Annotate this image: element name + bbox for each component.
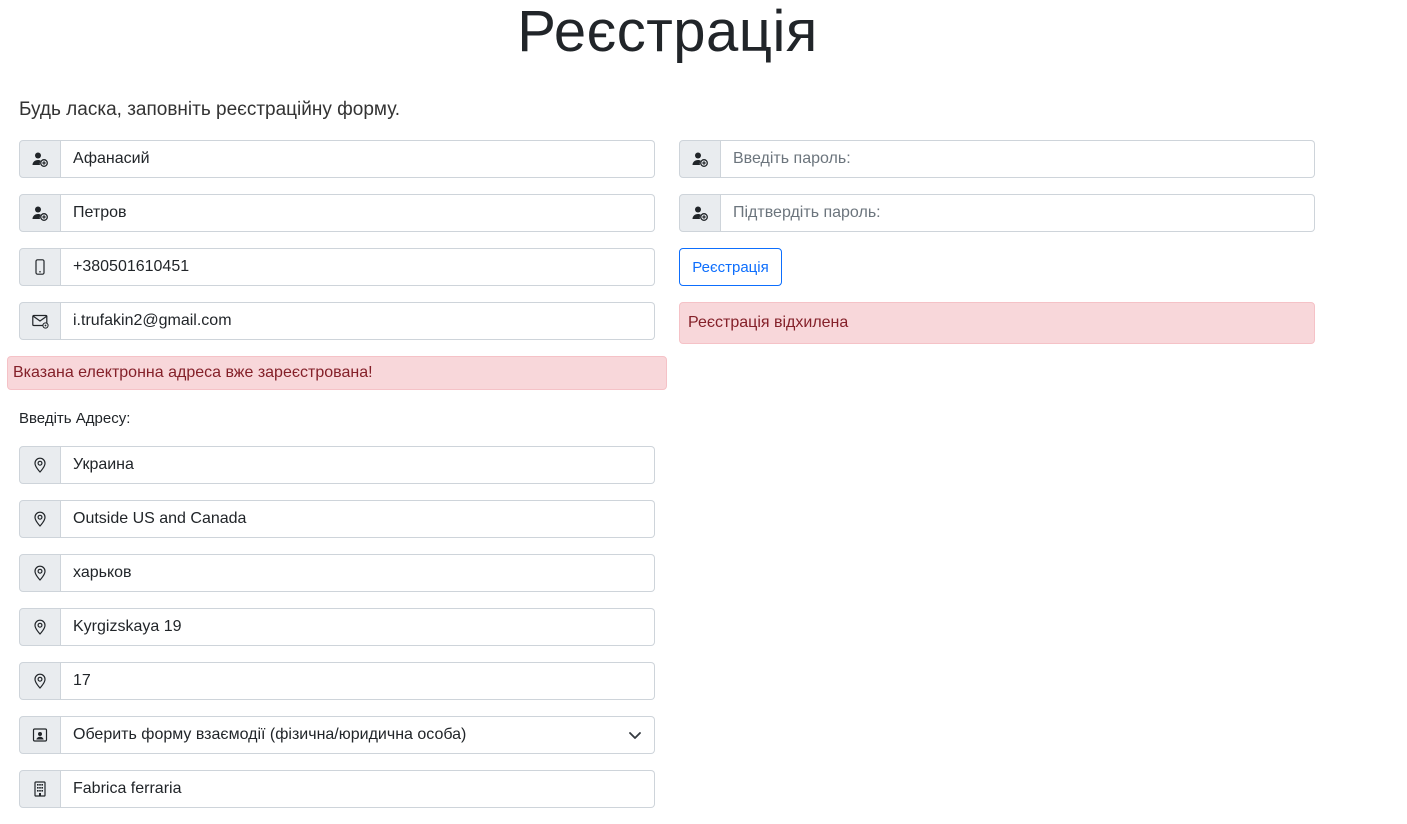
interaction-form-group: Оберить форму взаємодії (фізична/юридичн… xyxy=(19,716,655,754)
street-group xyxy=(19,608,655,646)
password-confirm-input[interactable] xyxy=(721,194,1315,232)
email-group xyxy=(19,302,655,340)
location-pin-icon xyxy=(19,554,61,592)
phone-input[interactable] xyxy=(61,248,655,286)
location-pin-icon xyxy=(19,608,61,646)
address-label: Введіть Адресу: xyxy=(19,410,131,427)
interaction-form-select[interactable]: Оберить форму взаємодії (фізична/юридичн… xyxy=(61,716,655,754)
user-plus-icon xyxy=(19,194,61,232)
last-name-input[interactable] xyxy=(61,194,655,232)
password-input[interactable] xyxy=(721,140,1315,178)
user-plus-icon xyxy=(679,194,721,232)
first-name-group xyxy=(19,140,655,178)
email-input[interactable] xyxy=(61,302,655,340)
interaction-form-selected: Оберить форму взаємодії (фізична/юридичн… xyxy=(73,726,467,743)
country-group xyxy=(19,446,655,484)
last-name-group xyxy=(19,194,655,232)
password-confirm-group xyxy=(679,194,1315,232)
country-input[interactable] xyxy=(61,446,655,484)
location-pin-icon xyxy=(19,662,61,700)
phone-icon xyxy=(19,248,61,286)
registration-error-alert: Реєстрація відхилена xyxy=(679,302,1315,344)
location-pin-icon xyxy=(19,446,61,484)
apartment-input[interactable] xyxy=(61,662,655,700)
email-error-text: Вказана електронна адреса вже зареєстров… xyxy=(13,364,373,381)
registration-error-text: Реєстрація відхилена xyxy=(688,314,849,331)
location-pin-icon xyxy=(19,500,61,538)
phone-group xyxy=(19,248,655,286)
user-plus-icon xyxy=(19,140,61,178)
page-title: Реєстрація xyxy=(517,0,818,64)
street-input[interactable] xyxy=(61,608,655,646)
company-group xyxy=(19,770,655,808)
page-subtitle: Будь ласка, заповніть реєстраційну форму… xyxy=(19,99,401,120)
person-badge-icon xyxy=(19,716,61,754)
city-group xyxy=(19,554,655,592)
password-group xyxy=(679,140,1315,178)
first-name-input[interactable] xyxy=(61,140,655,178)
user-plus-icon xyxy=(679,140,721,178)
apartment-group xyxy=(19,662,655,700)
region-group xyxy=(19,500,655,538)
chevron-down-icon xyxy=(628,728,642,742)
register-button[interactable]: Реєстрація xyxy=(679,248,782,286)
company-input[interactable] xyxy=(61,770,655,808)
email-icon xyxy=(19,302,61,340)
email-error-alert: Вказана електронна адреса вже зареєстров… xyxy=(7,356,667,390)
building-icon xyxy=(19,770,61,808)
city-input[interactable] xyxy=(61,554,655,592)
region-input[interactable] xyxy=(61,500,655,538)
